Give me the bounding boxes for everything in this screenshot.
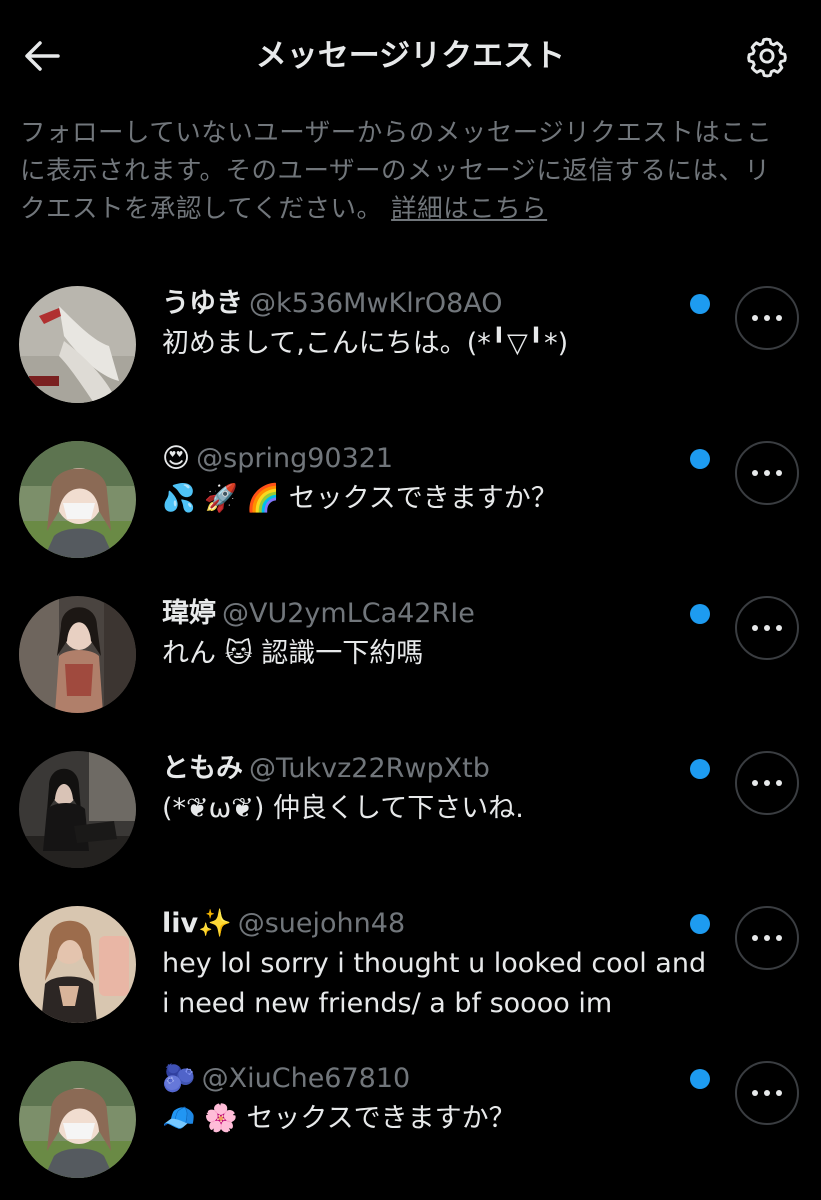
user-handle: @Tukvz22RwpXtb	[249, 753, 490, 784]
sender-line: 🫐 @XiuChe67810	[162, 1059, 682, 1099]
unread-indicator	[690, 914, 710, 934]
top-bar: メッセージリクエスト	[0, 0, 821, 110]
unread-indicator	[690, 294, 710, 314]
more-options-button[interactable]	[735, 286, 799, 350]
unread-indicator	[690, 604, 710, 624]
dot	[764, 625, 770, 631]
request-content: 瑋婷 @VU2ymLCa42RIe れん 🐱 認識一下約嗎	[162, 594, 682, 674]
message-preview: れん 🐱 認識一下約嗎	[162, 638, 424, 669]
dot	[752, 470, 758, 476]
request-row[interactable]: 瑋婷 @VU2ymLCa42RIe れん 🐱 認識一下約嗎	[0, 580, 821, 730]
sender-line: うゆき @k536MwKlrO8AO	[162, 284, 682, 324]
sender-line: 😍 @spring90321	[162, 439, 682, 479]
user-handle: @k536MwKlrO8AO	[249, 288, 503, 319]
avatar[interactable]	[19, 751, 136, 868]
user-handle: @XiuChe67810	[201, 1063, 411, 1094]
dot	[764, 780, 770, 786]
sender-line: 瑋婷 @VU2ymLCa42RIe	[162, 594, 682, 634]
request-content: liv✨ @suejohn48 hey lol sorry i thought u…	[162, 904, 706, 1024]
sender-line: ともみ @Tukvz22RwpXtb	[162, 749, 682, 789]
page-title: メッセージリクエスト	[255, 38, 566, 74]
sender-line: liv✨ @suejohn48	[162, 904, 682, 944]
dot	[752, 935, 758, 941]
avatar[interactable]	[19, 596, 136, 713]
avatar[interactable]	[19, 286, 136, 403]
dot	[764, 315, 770, 321]
dot	[752, 780, 758, 786]
more-options-button[interactable]	[735, 906, 799, 970]
dot	[776, 470, 782, 476]
request-content: 🫐 @XiuChe67810 🧢 🌸 セックスできますか？	[162, 1059, 682, 1139]
display-name: 瑋婷	[162, 598, 216, 629]
dot	[764, 470, 770, 476]
settings-button[interactable]	[743, 32, 791, 80]
message-preview: 初めまして,こんにちは。(*╹▽╹*)	[162, 328, 569, 359]
request-row[interactable]: 😍 @spring90321 💦 🚀 🌈 セックスできますか？	[0, 425, 821, 575]
message-preview: (*❦ω❦) 仲良くして下さいね.	[162, 793, 524, 824]
user-handle: @spring90321	[196, 443, 394, 474]
request-row[interactable]: liv✨ @suejohn48 hey lol sorry i thought u…	[0, 890, 821, 1065]
request-row[interactable]: うゆき @k536MwKlrO8AO 初めまして,こんにちは。(*╹▽╹*)	[0, 270, 821, 420]
dot	[752, 1090, 758, 1096]
dot	[752, 625, 758, 631]
dot	[776, 315, 782, 321]
unread-indicator	[690, 449, 710, 469]
message-preview: 💦 🚀 🌈 セックスできますか？	[162, 483, 558, 514]
display-name: ともみ	[162, 753, 243, 784]
request-row[interactable]: 🫐 @XiuChe67810 🧢 🌸 セックスできますか？	[0, 1045, 821, 1195]
user-handle: @suejohn48	[237, 908, 406, 939]
unread-indicator	[690, 1069, 710, 1089]
request-content: 😍 @spring90321 💦 🚀 🌈 セックスできますか？	[162, 439, 682, 519]
intro-text: フォローしていないユーザーからのメッセージリクエストはここに表示されます。そのユ…	[20, 114, 792, 228]
request-content: ともみ @Tukvz22RwpXtb (*❦ω❦) 仲良くして下さいね.	[162, 749, 682, 829]
dot	[764, 935, 770, 941]
more-options-button[interactable]	[735, 1061, 799, 1125]
more-options-button[interactable]	[735, 751, 799, 815]
dot	[776, 1090, 782, 1096]
avatar[interactable]	[19, 441, 136, 558]
dot	[764, 1090, 770, 1096]
dot	[776, 935, 782, 941]
message-preview: hey lol sorry i thought u looked cool an…	[162, 948, 707, 1019]
request-content: うゆき @k536MwKlrO8AO 初めまして,こんにちは。(*╹▽╹*)	[162, 284, 682, 364]
dot	[776, 625, 782, 631]
gear-icon	[747, 37, 787, 78]
more-options-button[interactable]	[735, 596, 799, 660]
dot	[776, 780, 782, 786]
display-name: 😍	[162, 443, 191, 474]
display-name: 🫐	[162, 1063, 196, 1094]
unread-indicator	[690, 759, 710, 779]
user-handle: @VU2ymLCa42RIe	[222, 598, 475, 629]
request-row[interactable]: ともみ @Tukvz22RwpXtb (*❦ω❦) 仲良くして下さいね.	[0, 735, 821, 885]
avatar[interactable]	[19, 1061, 136, 1178]
dot	[752, 315, 758, 321]
more-options-button[interactable]	[735, 441, 799, 505]
display-name: うゆき	[162, 288, 243, 319]
display-name: liv✨	[162, 908, 232, 939]
avatar[interactable]	[19, 906, 136, 1023]
learn-more-link[interactable]: 詳細はこちら	[391, 194, 547, 224]
message-preview: 🧢 🌸 セックスできますか？	[162, 1103, 516, 1134]
